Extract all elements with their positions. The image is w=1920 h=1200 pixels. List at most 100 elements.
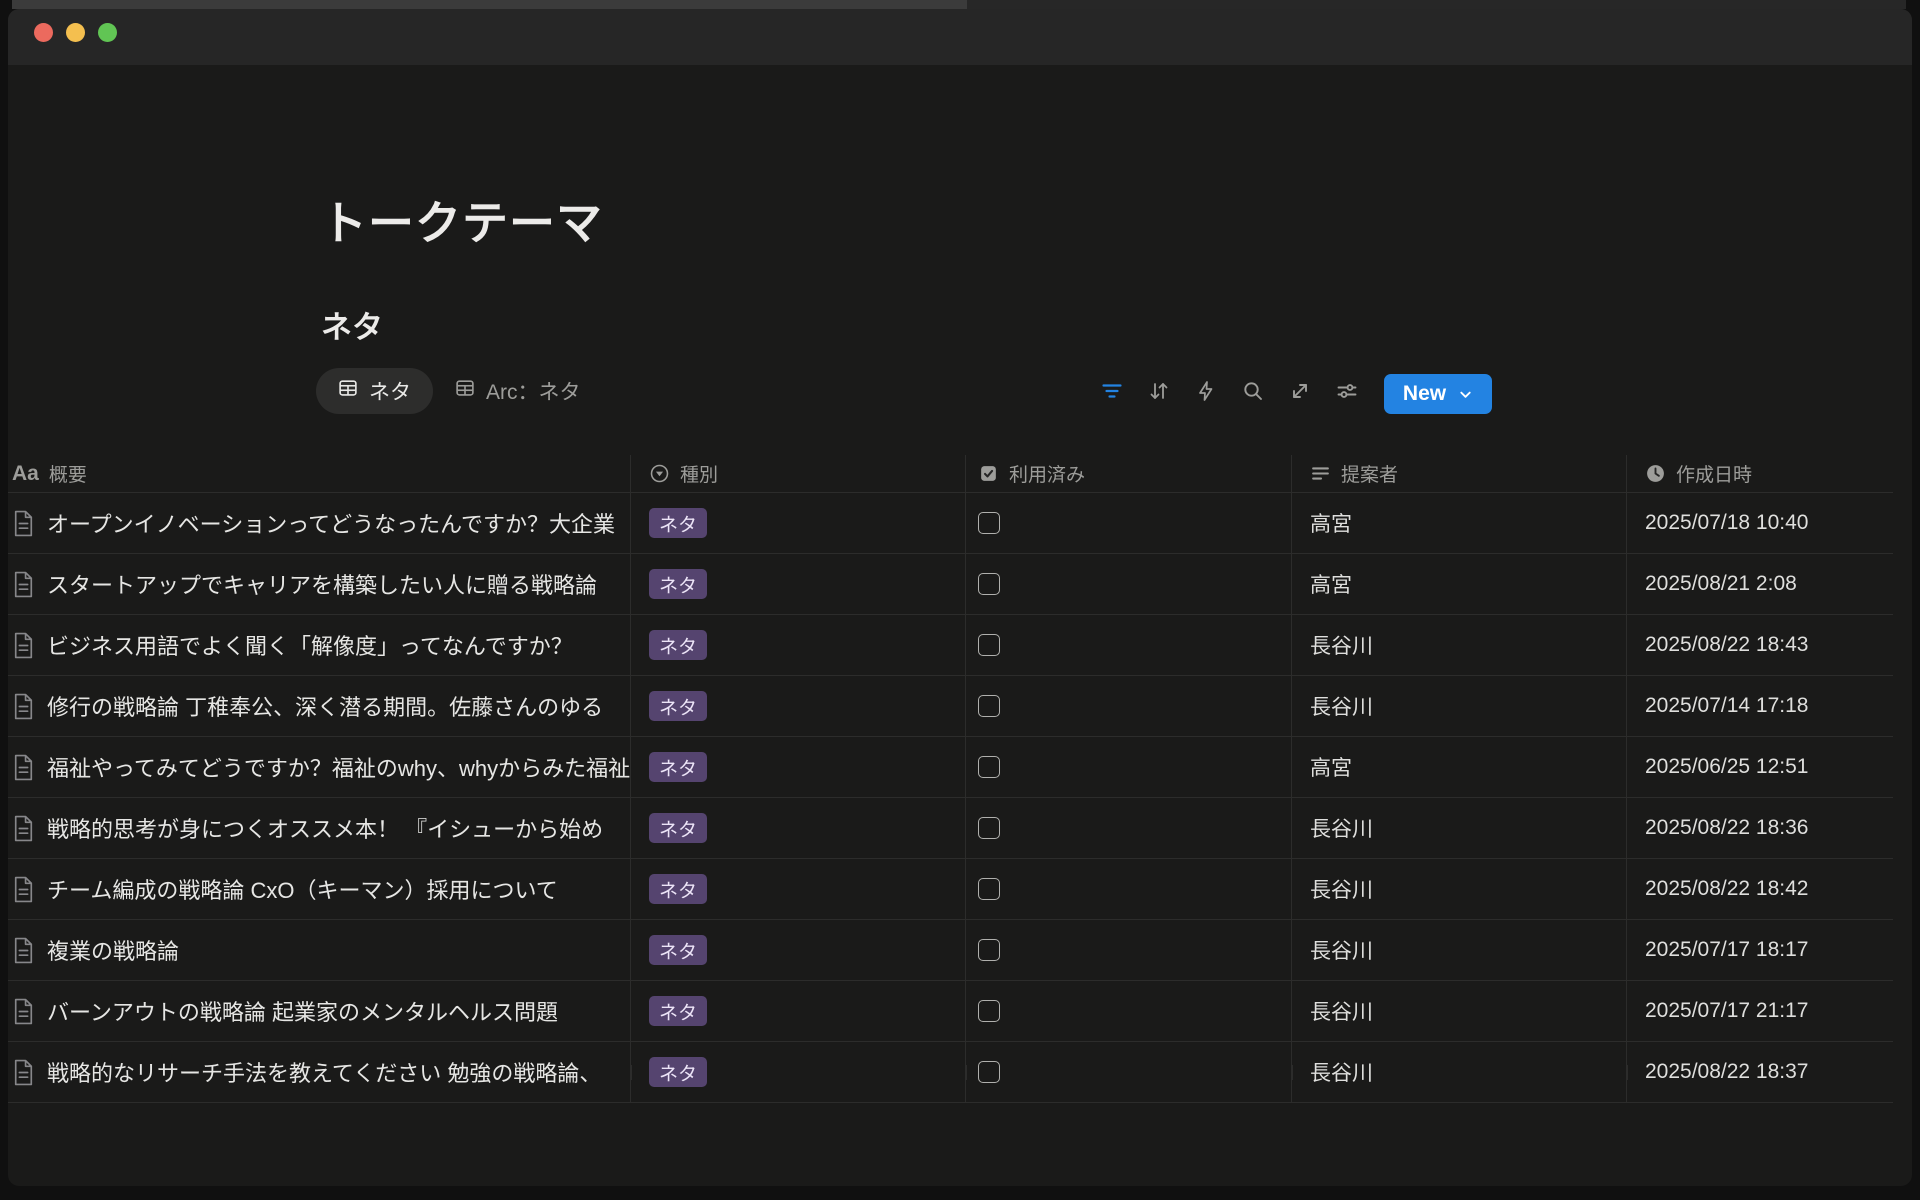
checkbox[interactable] bbox=[978, 878, 1000, 900]
proposer-cell[interactable]: 長谷川 bbox=[1292, 1042, 1627, 1102]
proposer-text: 長谷川 bbox=[1310, 874, 1373, 904]
view-tab-arc-neta[interactable]: Arc：ネタ bbox=[433, 368, 603, 414]
created-text: 2025/08/22 18:43 bbox=[1645, 633, 1809, 657]
created-cell[interactable]: 2025/08/22 18:37 bbox=[1627, 1042, 1893, 1102]
type-cell[interactable]: ネタ bbox=[631, 798, 966, 858]
type-cell[interactable]: ネタ bbox=[631, 615, 966, 675]
summary-cell[interactable]: ビジネス用語でよく聞く「解像度」ってなんですか？ bbox=[8, 615, 631, 675]
new-button[interactable]: New bbox=[1384, 374, 1492, 414]
summary-cell[interactable]: 修行の戦略論 丁稚奉公、深く潜る期間。佐藤さんのゆる bbox=[8, 676, 631, 736]
settings-sliders-icon[interactable] bbox=[1335, 379, 1359, 403]
used-cell bbox=[966, 676, 1292, 736]
column-header-type[interactable]: 種別 bbox=[631, 455, 966, 492]
view-toolbar bbox=[1100, 368, 1359, 414]
view-tabs: ネタ Arc：ネタ bbox=[316, 368, 603, 414]
type-cell[interactable]: ネタ bbox=[631, 737, 966, 797]
table-view-icon bbox=[455, 378, 475, 404]
type-cell[interactable]: ネタ bbox=[631, 493, 966, 553]
row-title: スタートアップでキャリアを構築したい人に贈る戦略論 bbox=[47, 568, 597, 600]
summary-cell[interactable]: 福祉やってみてどうですか？福祉のwhy、whyからみた福祉 bbox=[8, 737, 631, 797]
created-cell[interactable]: 2025/08/22 18:42 bbox=[1627, 859, 1893, 919]
checkbox[interactable] bbox=[978, 817, 1000, 839]
checkbox[interactable] bbox=[978, 939, 1000, 961]
summary-cell[interactable]: 戦略的思考が身につくオススメ本！ 『イシューから始め bbox=[8, 798, 631, 858]
row-title: 福祉やってみてどうですか？福祉のwhy、whyからみた福祉 bbox=[47, 751, 630, 783]
created-cell[interactable]: 2025/08/22 18:43 bbox=[1627, 615, 1893, 675]
type-tag: ネタ bbox=[649, 813, 707, 843]
type-tag: ネタ bbox=[649, 691, 707, 721]
type-cell[interactable]: ネタ bbox=[631, 859, 966, 919]
table-row: 福祉やってみてどうですか？福祉のwhy、whyからみた福祉 ネタ 高宮 2025… bbox=[8, 737, 1893, 798]
table-row: スタートアップでキャリアを構築したい人に贈る戦略論 ネタ 高宮 2025/08/… bbox=[8, 554, 1893, 615]
created-cell[interactable]: 2025/08/21 2:08 bbox=[1627, 554, 1893, 614]
proposer-cell[interactable]: 長谷川 bbox=[1292, 920, 1627, 980]
table-row: 修行の戦略論 丁稚奉公、深く潜る期間。佐藤さんのゆる ネタ 長谷川 2025/0… bbox=[8, 676, 1893, 737]
checkbox[interactable] bbox=[978, 1061, 1000, 1083]
created-cell[interactable]: 2025/07/14 17:18 bbox=[1627, 676, 1893, 736]
type-tag: ネタ bbox=[649, 996, 707, 1026]
table-row: 複業の戦略論 ネタ 長谷川 2025/07/17 18:17 bbox=[8, 920, 1893, 981]
summary-cell[interactable]: 戦略的なリサーチ手法を教えてください 勉強の戦略論、 bbox=[8, 1042, 631, 1102]
table-row: 戦略的思考が身につくオススメ本！ 『イシューから始め ネタ 長谷川 2025/0… bbox=[8, 798, 1893, 859]
created-cell[interactable]: 2025/07/17 18:17 bbox=[1627, 920, 1893, 980]
column-divider-tail bbox=[1292, 1065, 1293, 1080]
type-cell[interactable]: ネタ bbox=[631, 920, 966, 980]
table-row: バーンアウトの戦略論 起業家のメンタルヘルス問題 ネタ 長谷川 2025/07/… bbox=[8, 981, 1893, 1042]
checkbox[interactable] bbox=[978, 512, 1000, 534]
column-label: 概要 bbox=[49, 460, 87, 487]
close-window-button[interactable] bbox=[34, 23, 53, 42]
checkbox[interactable] bbox=[978, 634, 1000, 656]
zoom-window-button[interactable] bbox=[98, 23, 117, 42]
search-icon[interactable] bbox=[1241, 379, 1265, 403]
checkbox[interactable] bbox=[978, 573, 1000, 595]
page-icon bbox=[12, 1059, 35, 1086]
type-cell[interactable]: ネタ bbox=[631, 1042, 966, 1102]
created-cell[interactable]: 2025/06/25 12:51 bbox=[1627, 737, 1893, 797]
type-cell[interactable]: ネタ bbox=[631, 554, 966, 614]
created-cell[interactable]: 2025/08/22 18:36 bbox=[1627, 798, 1893, 858]
background-window-edge-left bbox=[12, 0, 967, 9]
column-header-used[interactable]: 利用済み bbox=[966, 455, 1292, 492]
proposer-text: 高宮 bbox=[1310, 752, 1352, 782]
chevron-down-icon bbox=[1458, 387, 1473, 402]
checkbox[interactable] bbox=[978, 1000, 1000, 1022]
created-cell[interactable]: 2025/07/17 21:17 bbox=[1627, 981, 1893, 1041]
created-text: 2025/06/25 12:51 bbox=[1645, 755, 1809, 779]
proposer-cell[interactable]: 長谷川 bbox=[1292, 798, 1627, 858]
summary-cell[interactable]: 複業の戦略論 bbox=[8, 920, 631, 980]
proposer-cell[interactable]: 長谷川 bbox=[1292, 676, 1627, 736]
summary-cell[interactable]: チーム編成の戦略論 CxO（キーマン）採用について bbox=[8, 859, 631, 919]
type-cell[interactable]: ネタ bbox=[631, 676, 966, 736]
column-header-created[interactable]: 作成日時 bbox=[1627, 455, 1893, 492]
expand-icon[interactable] bbox=[1288, 379, 1312, 403]
sort-icon[interactable] bbox=[1147, 379, 1171, 403]
proposer-cell[interactable]: 長谷川 bbox=[1292, 981, 1627, 1041]
proposer-text: 長谷川 bbox=[1310, 630, 1373, 660]
created-cell[interactable]: 2025/07/18 10:40 bbox=[1627, 493, 1893, 553]
summary-cell[interactable]: オープンイノベーションってどうなったんですか？大企業 bbox=[8, 493, 631, 553]
created-text: 2025/08/22 18:37 bbox=[1645, 1060, 1809, 1084]
proposer-cell[interactable]: 長谷川 bbox=[1292, 615, 1627, 675]
proposer-cell[interactable]: 高宮 bbox=[1292, 737, 1627, 797]
table-row: チーム編成の戦略論 CxO（キーマン）採用について ネタ 長谷川 2025/08… bbox=[8, 859, 1893, 920]
summary-cell[interactable]: スタートアップでキャリアを構築したい人に贈る戦略論 bbox=[8, 554, 631, 614]
summary-cell[interactable]: バーンアウトの戦略論 起業家のメンタルヘルス問題 bbox=[8, 981, 631, 1041]
zap-icon[interactable] bbox=[1194, 379, 1218, 403]
minimize-window-button[interactable] bbox=[66, 23, 85, 42]
used-cell bbox=[966, 920, 1292, 980]
page-icon bbox=[12, 693, 35, 720]
proposer-text: 長谷川 bbox=[1310, 813, 1373, 843]
type-tag: ネタ bbox=[649, 569, 707, 599]
checkbox[interactable] bbox=[978, 695, 1000, 717]
filter-icon[interactable] bbox=[1100, 379, 1124, 403]
proposer-cell[interactable]: 高宮 bbox=[1292, 554, 1627, 614]
proposer-cell[interactable]: 長谷川 bbox=[1292, 859, 1627, 919]
proposer-text: 長谷川 bbox=[1310, 996, 1373, 1026]
column-header-summary[interactable]: Aa 概要 bbox=[8, 455, 631, 492]
column-header-proposer[interactable]: 提案者 bbox=[1292, 455, 1627, 492]
checkbox[interactable] bbox=[978, 756, 1000, 778]
view-tab-label: ネタ bbox=[369, 376, 411, 406]
view-tab-neta[interactable]: ネタ bbox=[316, 368, 433, 414]
proposer-cell[interactable]: 高宮 bbox=[1292, 493, 1627, 553]
type-cell[interactable]: ネタ bbox=[631, 981, 966, 1041]
